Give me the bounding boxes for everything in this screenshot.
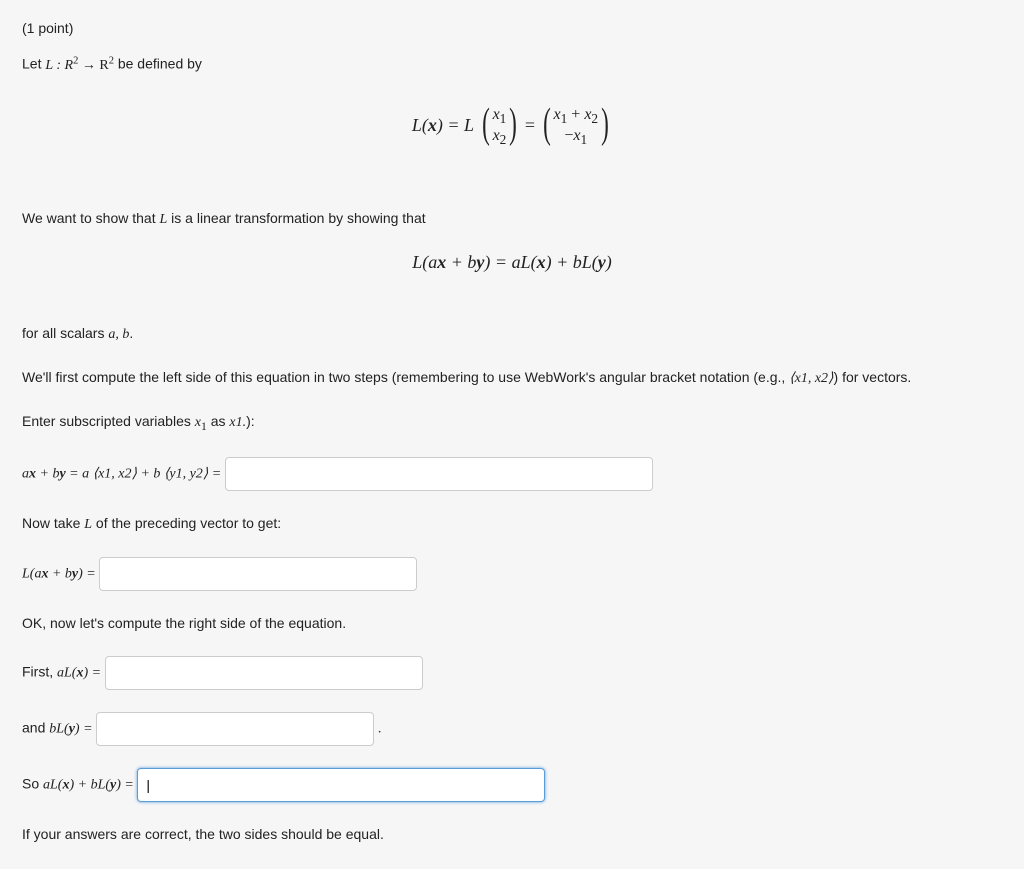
answer-input-2[interactable] — [99, 557, 417, 591]
and-row: and bL(y) = . — [22, 712, 1002, 746]
points-label: (1 point) — [22, 18, 1002, 39]
show-text: We want to show that L is a linear trans… — [22, 208, 1002, 230]
answer-input-3[interactable] — [105, 656, 423, 690]
enter-note: Enter subscripted variables x1 as x1.): — [22, 411, 1002, 435]
intro-text: Let L : R2 → R2 be defined by — [22, 53, 1002, 76]
equation-linearity: L(ax + by) = aL(x) + bL(y) — [22, 252, 1002, 273]
webwork-note: We'll first compute the left side of thi… — [22, 367, 1002, 389]
step1-row: ax + by = a ⟨x1, x2⟩ + b ⟨y1, y2⟩ = — [22, 457, 1002, 491]
answer-input-5[interactable] — [137, 768, 545, 802]
answer-input-1[interactable] — [225, 457, 653, 491]
first-row: First, aL(x) = — [22, 656, 1002, 690]
ok-text: OK, now let's compute the right side of … — [22, 613, 1002, 634]
so-row: So aL(x) + bL(y) = — [22, 768, 1002, 802]
final-text: If your answers are correct, the two sid… — [22, 824, 1002, 845]
scalars-text: for all scalars a, b. — [22, 323, 1002, 345]
answer-input-4[interactable] — [96, 712, 374, 746]
equation-definition: L(x) = L (x1x2) = (x1 + x2−x1) — [22, 106, 1002, 148]
step2-intro: Now take L of the preceding vector to ge… — [22, 513, 1002, 535]
step2-row: L(ax + by) = — [22, 557, 1002, 591]
